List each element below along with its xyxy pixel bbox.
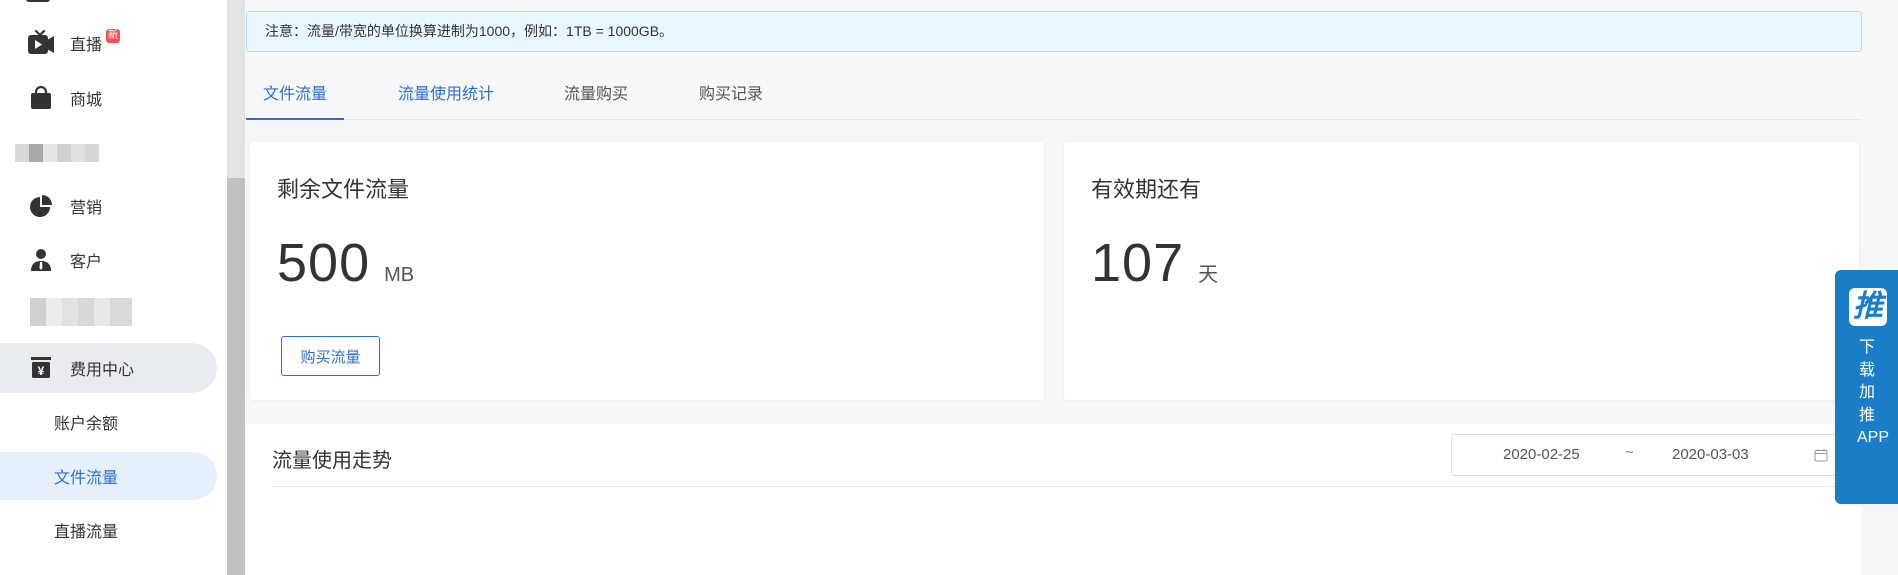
buy-traffic-button[interactable]: 购买流量 xyxy=(281,336,380,376)
blurred-menu-item xyxy=(30,298,132,326)
sidebar-item-label: 费用中心 xyxy=(70,362,135,379)
card-title: 有效期还有 xyxy=(1091,177,1202,202)
sidebar-item-billing[interactable]: ¥ 费用中心 xyxy=(0,343,217,393)
validity-card: 有效期还有 107 天 xyxy=(1064,142,1859,400)
sidebar-subitem-label: 账户余额 xyxy=(54,416,119,433)
validity-days-value: 107 xyxy=(1091,233,1185,293)
sidebar-subitem-live-traffic[interactable]: 直播流量 xyxy=(0,506,217,554)
sidebar-item-label: 商城 xyxy=(70,92,103,109)
tab-file-traffic[interactable]: 文件流量 xyxy=(263,76,327,120)
sidebar-item-label: 营销 xyxy=(70,200,103,217)
blurred-menu-item xyxy=(15,144,99,162)
end-date[interactable]: 2020-03-03 xyxy=(1672,435,1749,475)
date-range-picker[interactable]: 2020-02-25 ~ 2020-03-03 xyxy=(1451,434,1862,476)
sidebar-item-customers[interactable]: 客户 xyxy=(0,235,217,285)
notice-banner: 注意：流量/带宽的单位换算进制为1000，例如：1TB = 1000GB。 xyxy=(246,11,1862,52)
validity-value-group: 107 天 xyxy=(1091,232,1218,294)
sidebar-item-marketing[interactable]: 营销 xyxy=(0,181,217,231)
section-title: 流量使用走势 xyxy=(272,450,392,472)
cashier-icon: ¥ xyxy=(27,354,55,382)
active-tab-indicator xyxy=(246,118,344,120)
scrolled-icon-fragment xyxy=(26,0,50,2)
date-separator: ~ xyxy=(1625,444,1634,461)
validity-days-unit: 天 xyxy=(1198,264,1219,286)
calendar-icon[interactable] xyxy=(1814,448,1828,462)
tab-bar: 文件流量 流量使用统计 流量购买 购买记录 xyxy=(246,76,1862,120)
sidebar-subitem-file-traffic[interactable]: 文件流量 xyxy=(0,452,217,500)
sidebar-item-label: 直播 xyxy=(70,37,103,54)
user-icon xyxy=(27,246,55,274)
app-logo: 推 xyxy=(1849,288,1887,326)
sidebar: 直播 新 商城 营销 客户 ¥ 费用中心 账户余额 文件流量 直播流量 xyxy=(0,0,227,575)
pie-chart-icon xyxy=(27,192,55,220)
remaining-traffic-card: 剩余文件流量 500 MB 购买流量 xyxy=(250,142,1044,400)
download-app-panel[interactable]: 推 下载加推APP xyxy=(1835,270,1898,504)
tab-purchase-records[interactable]: 购买记录 xyxy=(699,76,763,120)
sidebar-subitem-label: 文件流量 xyxy=(54,470,119,487)
card-title: 剩余文件流量 xyxy=(277,177,410,202)
download-app-text: 下载加推APP xyxy=(1857,339,1890,446)
sidebar-subitem-label: 直播流量 xyxy=(54,524,119,541)
section-divider xyxy=(272,486,1862,487)
start-date[interactable]: 2020-02-25 xyxy=(1503,435,1580,475)
remaining-traffic-unit: MB xyxy=(384,264,415,286)
tab-traffic-purchase[interactable]: 流量购买 xyxy=(564,76,628,120)
sidebar-scrollbar-thumb[interactable] xyxy=(227,178,245,575)
svg-text:¥: ¥ xyxy=(38,364,45,378)
sidebar-subitem-balance[interactable]: 账户余额 xyxy=(0,398,217,446)
sidebar-item-mall[interactable]: 商城 xyxy=(0,73,217,123)
shopping-bag-icon xyxy=(27,84,55,112)
notice-text: 注意：流量/带宽的单位换算进制为1000，例如：1TB = 1000GB。 xyxy=(265,23,674,39)
new-badge: 新 xyxy=(106,29,120,43)
sidebar-item-label: 客户 xyxy=(70,254,103,271)
tab-traffic-stats[interactable]: 流量使用统计 xyxy=(398,76,494,120)
tv-play-icon xyxy=(27,29,55,57)
remaining-traffic-value-group: 500 MB xyxy=(277,232,414,294)
sidebar-item-live[interactable]: 直播 xyxy=(0,18,217,68)
remaining-traffic-value: 500 xyxy=(277,233,371,293)
traffic-trend-section: 流量使用走势 2020-02-25 ~ 2020-03-03 xyxy=(246,424,1862,575)
